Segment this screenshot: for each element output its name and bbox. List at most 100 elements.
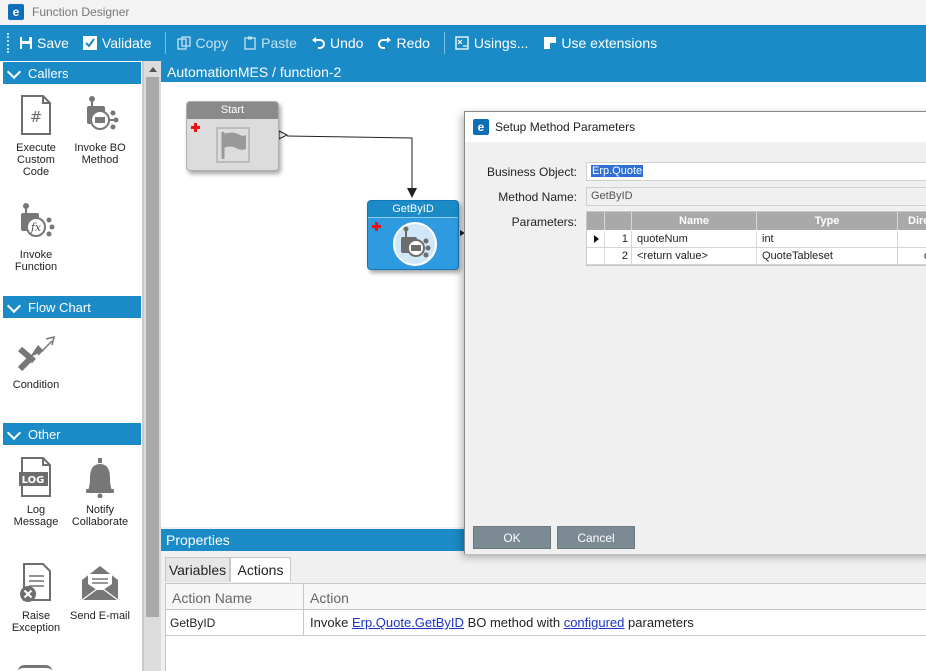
- dialog-body: Business Object: Erp.Quote Method Name: …: [465, 142, 926, 554]
- exception-file-icon: [16, 562, 56, 604]
- plus-icon[interactable]: [372, 222, 381, 231]
- validate-button[interactable]: Validate: [83, 35, 151, 51]
- copy-icon: [176, 36, 191, 51]
- function-fx-icon: fx: [16, 201, 56, 243]
- row-pointer-icon: [594, 235, 599, 243]
- redo-button[interactable]: Redo: [377, 35, 430, 51]
- toolbar-separator: [443, 32, 445, 54]
- toolbox-scrollbar[interactable]: [143, 61, 161, 671]
- tab-variables[interactable]: Variables: [165, 557, 230, 582]
- start-node[interactable]: Start: [186, 101, 279, 171]
- column-direction[interactable]: Dire: [898, 212, 926, 230]
- action-cell: Invoke Erp.Quote.GetByID BO method with …: [310, 615, 694, 630]
- table-row[interactable]: 2 <return value> QuoteTableset o: [587, 248, 926, 265]
- param-direction[interactable]: o: [898, 248, 926, 265]
- column-type[interactable]: Type: [757, 212, 898, 230]
- actions-grid: Action Name Action GetByID Invoke Erp.Qu…: [165, 583, 926, 671]
- chevron-down-icon: [7, 66, 21, 80]
- flag-icon: [216, 127, 250, 166]
- svg-text:fx: fx: [30, 221, 42, 234]
- undo-arrow-icon: [311, 36, 326, 51]
- chevron-down-icon: [7, 300, 21, 314]
- envelope-icon: [80, 562, 120, 604]
- bo-method-icon: [392, 221, 438, 269]
- bo-method-icon: [80, 94, 120, 136]
- param-name[interactable]: quoteNum: [632, 231, 757, 248]
- action-name-cell: GetByID: [170, 616, 216, 630]
- configured-link[interactable]: configured: [564, 615, 625, 630]
- tool-notify-collaborate[interactable]: Notify Collaborate: [68, 456, 132, 528]
- dialog-title: Setup Method Parameters: [495, 120, 636, 134]
- plus-icon[interactable]: [191, 123, 200, 132]
- undo-button[interactable]: Undo: [311, 35, 363, 51]
- toolbar-grip[interactable]: [7, 33, 11, 53]
- method-name-field: GetByID: [586, 187, 926, 206]
- table-row[interactable]: 1 quoteNum int: [587, 231, 926, 248]
- condition-arrows-icon: [16, 331, 56, 373]
- column-name[interactable]: Name: [632, 212, 757, 230]
- bo-method-link[interactable]: Erp.Quote.GetByID: [352, 615, 464, 630]
- param-name[interactable]: <return value>: [632, 248, 757, 265]
- toolbox-panel: Callers # Execute Custom Code Invoke BO …: [0, 61, 143, 671]
- tool-execute-custom-code[interactable]: # Execute Custom Code: [4, 94, 68, 178]
- properties-panel: Variables Actions Action Name Action Get…: [161, 551, 926, 671]
- floppy-disk-icon: [18, 36, 33, 51]
- table-row[interactable]: GetByID Invoke Erp.Quote.GetByID BO meth…: [166, 611, 926, 636]
- partial-tool-icon: [18, 665, 52, 671]
- dialog-titlebar[interactable]: e Setup Method Parameters: [465, 112, 926, 142]
- parameters-grid: Name Type Dire 1 quoteNum int 2 <return …: [586, 211, 926, 266]
- param-direction[interactable]: [898, 231, 926, 248]
- save-button[interactable]: Save: [18, 35, 69, 51]
- section-other-header[interactable]: Other: [3, 423, 141, 445]
- tool-invoke-bo-method[interactable]: Invoke BO Method: [68, 94, 132, 166]
- getbyid-node-title: GetByID: [368, 201, 458, 218]
- row-selector[interactable]: [587, 231, 605, 248]
- app-logo-icon: e: [8, 4, 24, 20]
- index-header: [605, 212, 632, 230]
- param-index: 1: [605, 231, 632, 248]
- param-index: 2: [605, 248, 632, 265]
- tool-raise-exception[interactable]: Raise Exception: [4, 562, 68, 634]
- column-action-name[interactable]: Action Name: [172, 590, 252, 606]
- svg-text:LOG: LOG: [22, 475, 45, 486]
- toolbar-separator: [165, 32, 167, 54]
- paste-button[interactable]: Paste: [242, 35, 297, 51]
- actions-grid-header: Action Name Action: [166, 584, 926, 610]
- svg-text:#: #: [30, 108, 43, 126]
- section-callers-header[interactable]: Callers: [3, 62, 141, 84]
- tool-invoke-function[interactable]: fx Invoke Function: [4, 201, 68, 273]
- use-extensions-button[interactable]: Use extensions: [542, 35, 657, 51]
- param-type[interactable]: int: [757, 231, 898, 248]
- app-logo-icon: e: [473, 119, 489, 135]
- canvas-breadcrumb: AutomationMES / function-2: [161, 61, 926, 82]
- log-file-icon: LOG: [16, 456, 56, 498]
- setup-method-parameters-dialog: e Setup Method Parameters Business Objec…: [464, 111, 926, 554]
- business-object-label: Business Object:: [486, 165, 577, 179]
- param-type[interactable]: QuoteTableset: [757, 248, 898, 265]
- window-title: Function Designer: [32, 5, 130, 19]
- tab-actions[interactable]: Actions: [230, 557, 291, 582]
- chevron-down-icon: [7, 427, 21, 441]
- cancel-button[interactable]: Cancel: [557, 526, 635, 549]
- business-object-field[interactable]: Erp.Quote: [586, 162, 926, 181]
- ok-button[interactable]: OK: [473, 526, 551, 549]
- section-flow-chart-header[interactable]: Flow Chart: [3, 296, 141, 318]
- copy-button[interactable]: Copy: [176, 35, 228, 51]
- checkbox-check-icon: [83, 36, 98, 51]
- usings-icon: [455, 36, 470, 51]
- redo-arrow-icon: [377, 36, 392, 51]
- window-titlebar: e Function Designer: [0, 0, 926, 24]
- row-selector[interactable]: [587, 248, 605, 265]
- tool-condition[interactable]: Condition: [4, 331, 68, 391]
- scroll-up-arrow-icon[interactable]: [149, 67, 157, 72]
- getbyid-node[interactable]: GetByID: [367, 200, 459, 270]
- bell-icon: [80, 456, 120, 499]
- start-node-title: Start: [187, 102, 278, 119]
- scrollbar-thumb[interactable]: [146, 77, 159, 617]
- tool-send-email[interactable]: Send E-mail: [68, 562, 132, 622]
- usings-button[interactable]: Usings...: [455, 35, 528, 51]
- column-action[interactable]: Action: [310, 590, 349, 606]
- method-name-label: Method Name:: [498, 190, 577, 204]
- clipboard-icon: [242, 36, 257, 51]
- tool-log-message[interactable]: LOG Log Message: [4, 456, 68, 528]
